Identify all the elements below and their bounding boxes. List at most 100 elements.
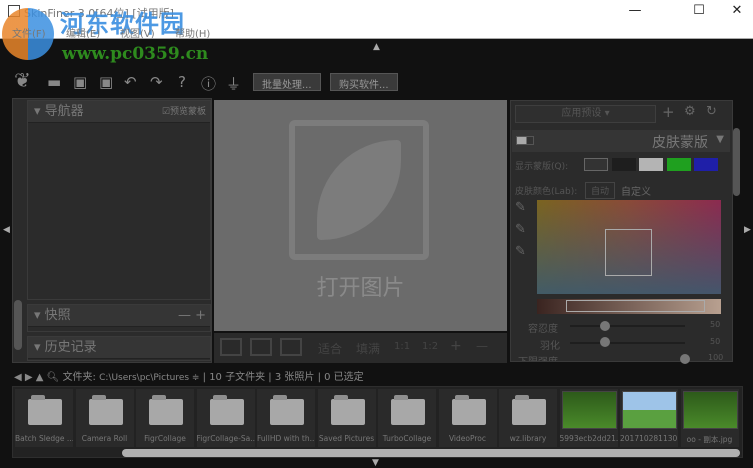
thumbnail-folder[interactable]: FigrCollage bbox=[136, 389, 195, 447]
thumbnail-folder[interactable]: wz.library bbox=[499, 389, 558, 447]
view-toolbar: 适合 填满 1:1 1:2 + — bbox=[214, 333, 507, 363]
minimize-button[interactable]: — bbox=[620, 3, 650, 18]
zoom-1-2-button[interactable]: 1:2 bbox=[422, 341, 438, 352]
auto-button[interactable]: 自动 bbox=[585, 182, 616, 199]
folder-icon bbox=[391, 395, 425, 425]
forward-icon[interactable]: ▶ bbox=[25, 372, 33, 383]
mask-swatch-blue[interactable] bbox=[694, 158, 718, 171]
split-vertical-icon[interactable] bbox=[250, 338, 272, 356]
color-picker-area[interactable] bbox=[537, 200, 721, 294]
min-strength-knob[interactable] bbox=[680, 354, 690, 364]
zoom-in-button[interactable]: + bbox=[450, 338, 462, 354]
navigator-header[interactable]: ▾ 导航器 ☑预览蒙板 bbox=[28, 101, 210, 123]
folder-icon bbox=[330, 395, 365, 425]
info-icon[interactable]: ⓘ bbox=[201, 73, 216, 94]
up-icon[interactable]: ▲ bbox=[36, 372, 44, 383]
mask-swatch-black[interactable] bbox=[612, 158, 636, 171]
thumbnail-folder[interactable]: FullHD with th... bbox=[257, 389, 316, 447]
folder-icon bbox=[28, 395, 62, 425]
snapshot-add-remove[interactable]: — + bbox=[178, 305, 206, 327]
menu-view[interactable]: 视图(V) bbox=[120, 25, 155, 40]
custom-button[interactable]: 自定义 bbox=[621, 183, 651, 198]
left-scrollbar[interactable] bbox=[14, 300, 22, 350]
photo-thumbnail bbox=[622, 391, 677, 429]
menu-edit[interactable]: 编辑(E) bbox=[66, 25, 100, 40]
folder-icon bbox=[512, 395, 546, 425]
tolerance-slider[interactable] bbox=[570, 325, 685, 327]
folder-icon bbox=[88, 395, 123, 425]
eyedropper-icon[interactable]: ✎ bbox=[515, 200, 526, 215]
eyedropper-add-icon[interactable]: ✎ bbox=[515, 222, 526, 237]
single-view-icon[interactable] bbox=[220, 338, 242, 356]
thumbnail-folder[interactable]: Batch Sledge ... bbox=[15, 389, 74, 447]
thumbnail-folder[interactable]: FigrCollage-Sa... bbox=[196, 389, 256, 447]
back-icon[interactable]: ◀ bbox=[14, 372, 22, 383]
fill-button[interactable]: 填满 bbox=[356, 340, 380, 357]
selected-count: | 0 已选定 bbox=[317, 372, 364, 383]
thumbnail-folder[interactable]: Saved Pictures bbox=[317, 389, 377, 447]
reset-icon[interactable]: ↻ bbox=[706, 104, 717, 119]
feather-slider[interactable] bbox=[570, 342, 685, 344]
mask-swatch-white[interactable] bbox=[639, 158, 663, 171]
undo-icon[interactable]: ↶ bbox=[124, 73, 137, 91]
collapse-bottom-icon[interactable]: ▼ bbox=[372, 458, 379, 468]
split-horizontal-icon[interactable] bbox=[280, 338, 302, 356]
help-icon[interactable]: ? bbox=[178, 73, 186, 91]
folder-open-icon[interactable]: ▬ bbox=[47, 73, 61, 91]
thumbnail-photo[interactable]: 201710281130... bbox=[620, 389, 679, 447]
thumbnail-folder[interactable]: Camera Roll bbox=[75, 389, 135, 447]
image-canvas[interactable]: 打开图片 bbox=[214, 100, 507, 331]
color-selection-box[interactable] bbox=[605, 229, 652, 276]
menu-file[interactable]: 文件(F) bbox=[12, 25, 46, 40]
photo-count: | 3 张照片 bbox=[268, 372, 315, 383]
mask-swatch-none[interactable] bbox=[584, 158, 608, 171]
redo-icon[interactable]: ↷ bbox=[150, 73, 163, 91]
open-image-button[interactable]: 打开图片 bbox=[214, 270, 507, 302]
thumbnail-name: FigrCollage bbox=[144, 434, 186, 443]
close-button[interactable]: ✕ bbox=[722, 3, 752, 18]
save-icon[interactable]: ▣ bbox=[73, 73, 87, 91]
fit-button[interactable]: 适合 bbox=[318, 340, 342, 357]
plugin-icon[interactable]: ⏚ bbox=[226, 73, 241, 94]
right-scrollbar[interactable] bbox=[733, 128, 740, 196]
menu-help[interactable]: 帮助(H) bbox=[175, 25, 210, 40]
batch-process-button[interactable]: 批量处理... bbox=[253, 73, 321, 91]
buy-software-button[interactable]: 购买软件... bbox=[330, 73, 398, 91]
mask-swatch-green[interactable] bbox=[667, 158, 691, 171]
collapse-top-icon[interactable]: ▲ bbox=[373, 42, 380, 52]
folder-icon bbox=[270, 395, 304, 425]
add-preset-icon[interactable]: + bbox=[662, 103, 675, 121]
eyedropper-subtract-icon[interactable]: ✎ bbox=[515, 244, 526, 259]
preview-mask-checkbox[interactable]: ☑ bbox=[162, 107, 170, 117]
maximize-button[interactable]: ☐ bbox=[684, 3, 714, 18]
lightness-range-bar[interactable] bbox=[537, 299, 721, 314]
lightness-range-handle[interactable] bbox=[566, 300, 705, 312]
skin-mask-title: 皮肤蒙版 bbox=[652, 135, 708, 151]
history-header[interactable]: ▾ 历史记录 bbox=[28, 337, 210, 359]
show-mask-label: 显示蒙版(Q): bbox=[515, 162, 569, 172]
gear-icon[interactable]: ⚙ bbox=[684, 104, 696, 119]
search-icon[interactable]: 🔍︎ bbox=[47, 372, 60, 383]
skin-mask-header[interactable]: 皮肤蒙版 ▼ bbox=[512, 130, 730, 152]
toggle-icon[interactable] bbox=[516, 136, 534, 145]
snapshot-header[interactable]: ▾ 快照 — + bbox=[28, 305, 210, 327]
preset-label: 应用预设 bbox=[561, 108, 602, 119]
min-strength-value: 100 bbox=[708, 353, 724, 361]
folder-path[interactable]: C:\Users\pc\Pictures ≑ bbox=[99, 373, 199, 383]
thumbnail-scrollbar[interactable] bbox=[122, 449, 740, 457]
chevron-down-icon[interactable]: ▼ bbox=[716, 134, 724, 145]
thumbnail-folder[interactable]: VideoProc bbox=[438, 389, 498, 447]
thumbnail-folder[interactable]: TurboCollage bbox=[378, 389, 437, 447]
feather-knob[interactable] bbox=[600, 337, 610, 347]
zoom-out-button[interactable]: — bbox=[476, 339, 488, 353]
zoom-1-1-button[interactable]: 1:1 bbox=[394, 341, 410, 352]
collapse-left-icon[interactable]: ◀ bbox=[3, 225, 10, 235]
collapse-right-icon[interactable]: ▶ bbox=[744, 225, 751, 235]
thumbnail-photo[interactable]: oo - 副本.jpg bbox=[680, 389, 740, 447]
preset-dropdown[interactable]: 应用预设 ▾ bbox=[515, 105, 656, 123]
folder-icon bbox=[451, 395, 486, 425]
tolerance-knob[interactable] bbox=[600, 321, 610, 331]
thumbnail-photo[interactable]: 5993ecb2dd21... bbox=[559, 389, 619, 447]
photo-thumbnail bbox=[682, 391, 738, 429]
save-as-icon[interactable]: ▣ bbox=[99, 73, 113, 91]
